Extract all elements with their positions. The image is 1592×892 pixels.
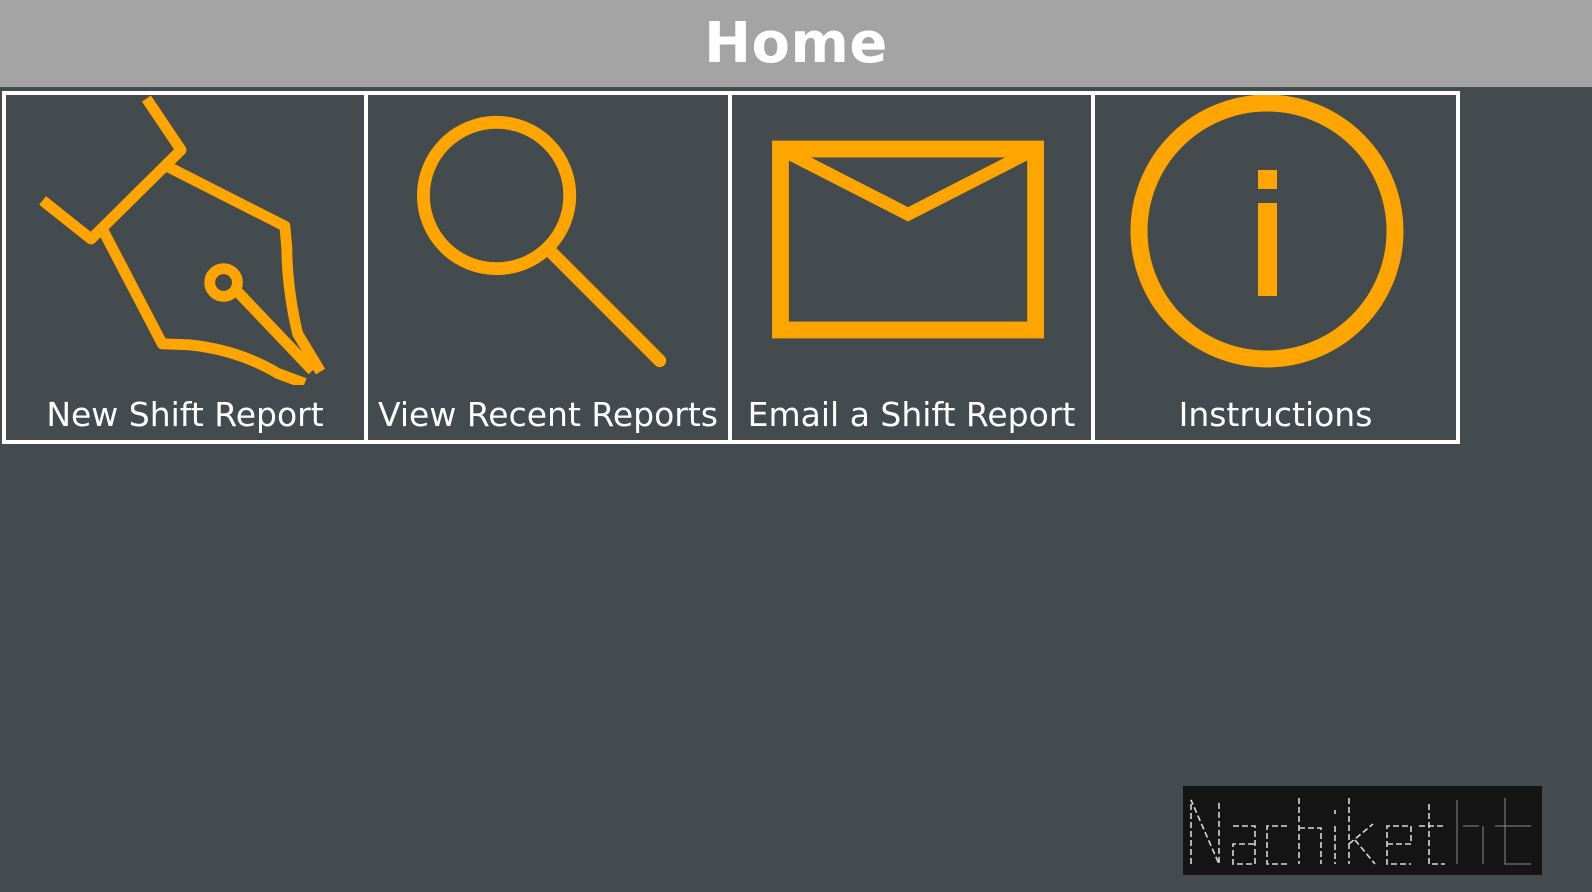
tile-label: New Shift Report [46,395,324,434]
page-title: Home [704,11,888,76]
envelope-icon [772,140,1045,339]
watermark-logo [1183,786,1542,875]
pen-nib-icon [39,95,326,385]
tile-grid: New Shift Report View Recent Reports Ema… [2,91,1460,444]
email-shift-report-tile[interactable]: Email a Shift Report [732,95,1095,440]
ascii-art-logo [1190,798,1531,865]
info-icon [1130,95,1404,368]
tile-label: View Recent Reports [378,395,718,434]
new-shift-report-tile[interactable]: New Shift Report [6,95,368,440]
search-icon [416,115,667,368]
view-recent-reports-tile[interactable]: View Recent Reports [368,95,732,440]
header-bar: Home [0,0,1592,87]
tile-label: Email a Shift Report [747,395,1076,434]
tile-label: Instructions [1178,395,1373,434]
instructions-tile[interactable]: Instructions [1095,95,1456,440]
